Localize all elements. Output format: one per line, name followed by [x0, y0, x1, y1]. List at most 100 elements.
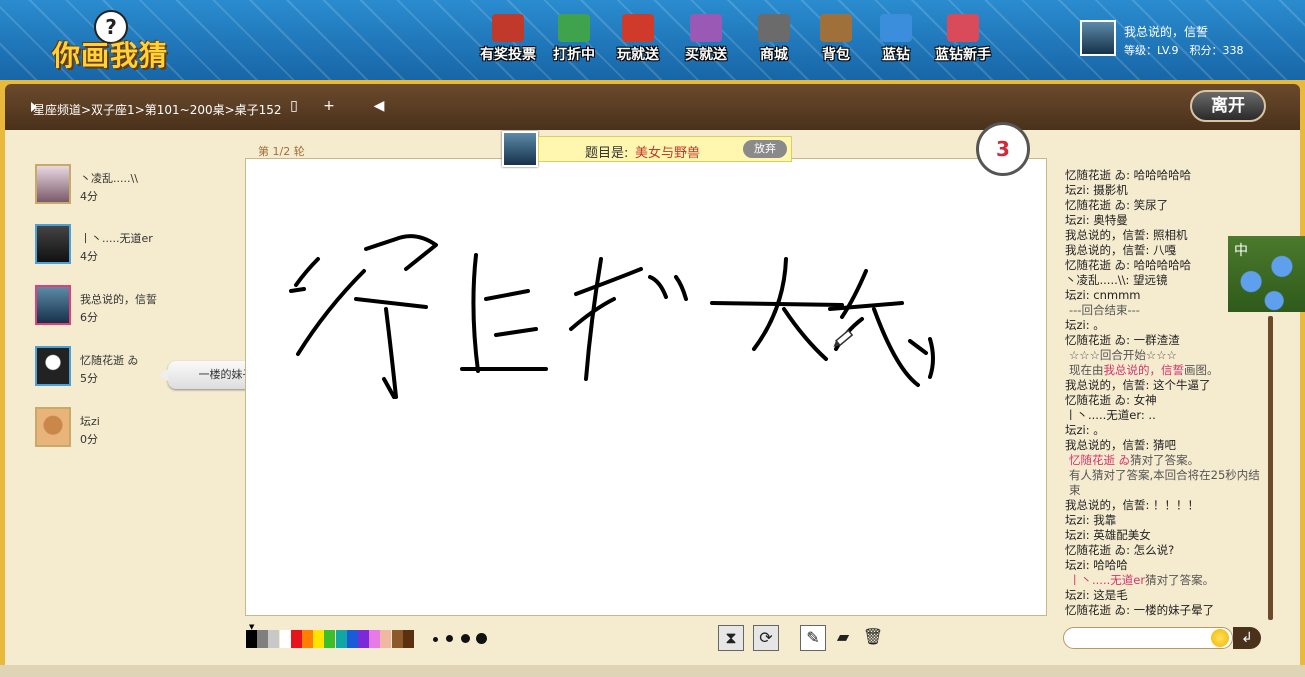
nav-discount[interactable]: 打折中	[546, 14, 602, 64]
color-swatch[interactable]	[391, 630, 403, 648]
player-score: 4分	[80, 250, 98, 263]
nav-play-free[interactable]: 玩就送	[610, 14, 666, 64]
chat-line: 丨丶.....无道er猜对了答案。	[1065, 573, 1263, 588]
nav-blue-diamond[interactable]: 蓝钻	[874, 14, 918, 64]
nav-buy-free[interactable]: 买就送	[678, 14, 734, 64]
chat-scrollbar[interactable]	[1268, 316, 1273, 620]
gift-icon	[622, 14, 654, 42]
drawing-strokes	[289, 234, 935, 399]
user-avatar[interactable]	[1080, 20, 1116, 56]
color-swatch[interactable]	[257, 630, 269, 648]
player-item[interactable]: 丶凌乱.....\\ 4分	[35, 164, 215, 208]
player-score: 4分	[80, 190, 98, 203]
color-swatch[interactable]	[290, 630, 302, 648]
nav-label: 有奖投票	[480, 47, 536, 63]
player-name: 坛zi	[80, 415, 100, 428]
player-item[interactable]: 丨丶.....无道er 4分	[35, 224, 215, 268]
brush-size-medium[interactable]	[446, 635, 453, 642]
chat-line: 忆随花逝 ゐ: 哈哈哈哈哈	[1065, 168, 1192, 182]
color-swatch[interactable]	[279, 630, 291, 648]
chat-line: 我总说的，信誓: 这个牛逼了	[1065, 378, 1211, 392]
room-toolbar: 星座频道>双子座1>第101~200桌>桌子152 ▯ + ◀ 离开	[5, 84, 1300, 130]
gift-icon	[690, 14, 722, 42]
chat-line: 忆随花逝 ゐ: 一群渣渣	[1065, 333, 1180, 347]
chat-line: 坛zi: 摄影机	[1065, 183, 1128, 197]
nav-label: 商城	[760, 47, 788, 63]
chat-line: 坛zi: 哈哈哈	[1065, 558, 1128, 572]
round-indicator: 第 1/2 轮	[258, 145, 305, 158]
hourglass-add-time-icon[interactable]: ⧗	[718, 625, 744, 651]
player-name: 丨丶.....无道er	[80, 232, 153, 245]
player-item[interactable]: 我总说的，信誓 6分	[35, 285, 215, 329]
chat-line: 忆随花逝 ゐ: 女神	[1065, 393, 1157, 407]
player-avatar	[35, 285, 71, 325]
eraser-tool-icon[interactable]: ▰	[830, 625, 856, 651]
chat-line: 有人猜对了答案,本回合将在25秒内结束	[1069, 468, 1260, 497]
nav-blue-diamond-newbie[interactable]: 蓝钻新手	[928, 14, 998, 64]
refresh-icon[interactable]: ⟳	[753, 625, 779, 651]
taskbar-strip	[0, 665, 1305, 677]
drawing-canvas[interactable]	[245, 158, 1047, 616]
pencil-tool-icon[interactable]: ✎	[800, 625, 826, 651]
chat-line-suffix: 猜对了答案。	[1145, 573, 1215, 587]
nav-label: 买就送	[685, 47, 727, 63]
breadcrumb: 星座频道>双子座1>第101~200桌>桌子152	[33, 103, 282, 117]
give-up-button[interactable]: 放弃	[743, 140, 787, 158]
nav-label: 背包	[822, 47, 850, 63]
chat-line-suffix: 猜对了答案。	[1130, 453, 1200, 467]
gift-icon	[558, 14, 590, 42]
player-score: 0分	[80, 433, 98, 446]
user-level: 等级：LV.9 积分：338	[1124, 44, 1244, 57]
chat-line: 坛zi: 。	[1065, 318, 1105, 332]
chat-line: 我总说的，信誓: ！！！！	[1065, 498, 1200, 512]
chat-line: 忆随花逝 ゐ猜对了答案。	[1065, 453, 1263, 468]
color-swatch[interactable]	[358, 630, 369, 648]
brush-size-large[interactable]	[461, 634, 470, 643]
color-swatch[interactable]	[380, 630, 392, 648]
send-button[interactable]: ↲	[1233, 627, 1261, 649]
ime-widget[interactable]: 中	[1228, 236, 1305, 312]
emoji-icon[interactable]	[1211, 629, 1229, 647]
brush-size-small[interactable]	[433, 637, 438, 642]
player-avatar	[35, 346, 71, 386]
chat-line-player-name: 忆随花逝 ゐ	[1069, 453, 1131, 467]
chat-line: 坛zi: 英雄配美女	[1065, 528, 1151, 542]
player-avatar	[35, 164, 71, 204]
add-friend-icon[interactable]: +	[321, 98, 337, 114]
nav-vote[interactable]: 有奖投票	[474, 14, 542, 64]
player-name: 丶凌乱.....\\	[80, 172, 138, 185]
user-name: 我总说的，信誓	[1124, 25, 1209, 39]
diamond-icon	[880, 14, 912, 42]
countdown-timer: 3	[976, 122, 1030, 176]
brush-size-xlarge[interactable]	[476, 633, 487, 644]
color-swatch[interactable]	[369, 630, 381, 648]
player-item[interactable]: 坛zi 0分	[35, 407, 215, 451]
chat-line: ☆☆☆回合开始☆☆☆	[1069, 348, 1177, 362]
notes-icon[interactable]: ▯	[286, 98, 302, 114]
vote-icon	[492, 14, 524, 42]
user-info: 我总说的，信誓 等级：LV.9 积分：338	[1080, 20, 1300, 60]
leave-button[interactable]: 离开	[1190, 90, 1266, 122]
player-avatar	[35, 407, 71, 447]
topic-value: 美女与野兽	[635, 146, 701, 161]
sound-icon[interactable]: ◀	[371, 98, 387, 114]
color-swatch[interactable]	[402, 630, 414, 648]
color-swatch[interactable]	[335, 630, 347, 648]
chat-line: 丨丶.....无道er: ..	[1065, 408, 1156, 422]
nav-label: 蓝钻新手	[935, 47, 991, 63]
color-swatch[interactable]	[346, 630, 358, 648]
chat-line-player-name: 我总说的，信誓	[1103, 363, 1185, 377]
player-score: 5分	[80, 372, 98, 385]
nav-shop[interactable]: 商城	[752, 14, 796, 64]
chat-line: 坛zi: 奥特曼	[1065, 213, 1128, 227]
color-swatch[interactable]	[302, 630, 313, 648]
color-swatch[interactable]	[313, 630, 325, 648]
color-swatch[interactable]	[324, 630, 336, 648]
color-swatch[interactable]	[268, 630, 280, 648]
trash-icon[interactable]: 🗑	[860, 625, 886, 651]
game-logo: ? 你画我猜	[48, 10, 188, 74]
color-swatch[interactable]	[246, 630, 257, 648]
nav-backpack[interactable]: 背包	[814, 14, 858, 64]
gift-icon	[947, 14, 979, 42]
chat-input[interactable]	[1063, 627, 1233, 649]
